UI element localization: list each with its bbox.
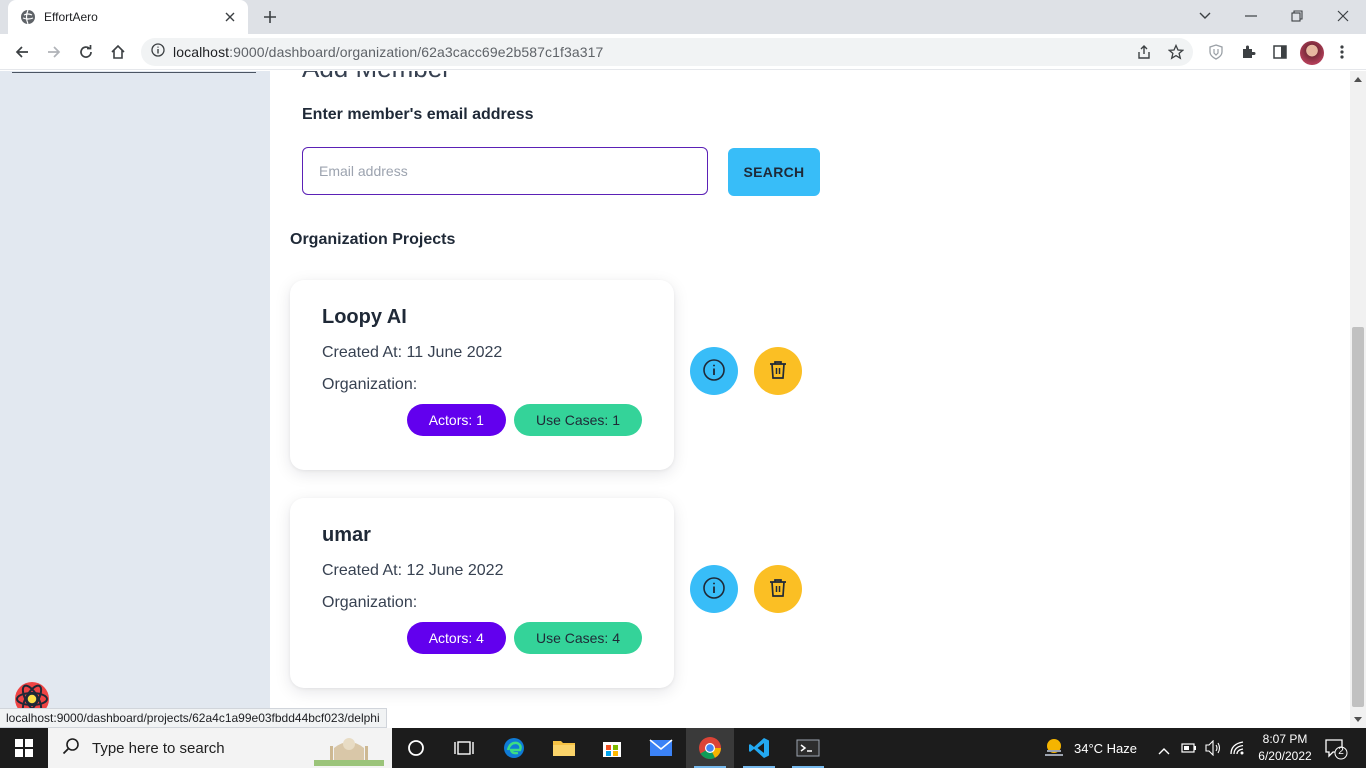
page-viewport: Add Member Enter member's email address … — [0, 71, 1350, 728]
wifi-icon[interactable] — [1229, 740, 1247, 761]
projects-section-title: Organization Projects — [290, 231, 456, 248]
chrome-taskbar-icon[interactable] — [686, 728, 734, 768]
close-tab-icon[interactable] — [222, 9, 238, 25]
address-url: localhost:9000/dashboard/organization/62… — [173, 44, 603, 60]
search-button[interactable]: SEARCH — [728, 148, 820, 196]
browser-tabstrip: EffortAero — [0, 0, 1366, 34]
page-scrollbar[interactable] — [1350, 71, 1366, 728]
trash-icon — [767, 577, 789, 602]
weather-icon[interactable] — [1042, 737, 1066, 764]
home-icon[interactable] — [106, 40, 130, 64]
task-view-cortana-icon[interactable] — [392, 728, 440, 768]
browser-toolbar: localhost:9000/dashboard/organization/62… — [0, 34, 1366, 70]
forward-arrow-icon[interactable] — [42, 40, 66, 64]
mail-icon[interactable] — [637, 728, 685, 768]
project-created-date: Created At: 11 June 2022 — [322, 344, 503, 361]
reload-icon[interactable] — [74, 40, 98, 64]
clock-date: 6/20/2022 — [1258, 749, 1312, 763]
project-card[interactable]: umar Created At: 12 June 2022 Organizati… — [290, 498, 674, 688]
project-card[interactable]: Loopy AI Created At: 11 June 2022 Organi… — [290, 280, 674, 470]
project-delete-button[interactable] — [754, 347, 802, 395]
url-host: localhost — [173, 44, 230, 60]
info-icon — [702, 576, 726, 603]
project-organization: Organization: — [322, 376, 418, 393]
weather-text[interactable]: 34°C Haze — [1074, 741, 1137, 756]
edge-browser-icon[interactable] — [490, 728, 538, 768]
search-highlight-art-icon — [314, 730, 384, 766]
notification-center-icon[interactable]: 2 — [1324, 738, 1348, 760]
side-panel-icon[interactable] — [1268, 40, 1292, 64]
clock-time: 8:07 PM — [1262, 732, 1308, 746]
project-organization: Organization: — [322, 594, 418, 611]
task-view-icon[interactable] — [440, 728, 488, 768]
tray-chevron-up-icon[interactable] — [1158, 742, 1170, 760]
use-cases-badge: Use Cases: 1 — [513, 404, 642, 436]
taskbar-search-placeholder: Type here to search — [92, 739, 225, 757]
project-badges: Actors: 1 Use Cases: 1 — [406, 404, 642, 436]
add-member-heading: Add Member — [302, 71, 451, 84]
sidebar — [0, 71, 270, 728]
scroll-down-arrow-icon[interactable] — [1354, 717, 1362, 722]
restore-icon[interactable] — [1274, 0, 1320, 32]
new-tab-icon[interactable] — [258, 6, 282, 28]
notification-count: 2 — [1338, 746, 1344, 757]
scroll-up-arrow-icon[interactable] — [1354, 77, 1362, 82]
browser-tab[interactable]: EffortAero — [8, 0, 248, 34]
globe-favicon-icon — [20, 9, 36, 25]
main-content: Add Member Enter member's email address … — [270, 71, 1350, 728]
minimize-icon[interactable] — [1228, 0, 1274, 32]
volume-icon[interactable] — [1204, 739, 1222, 761]
project-delete-button[interactable] — [754, 565, 802, 613]
use-cases-badge: Use Cases: 4 — [513, 622, 642, 654]
vscode-icon[interactable] — [735, 728, 783, 768]
tab-title: EffortAero — [44, 10, 98, 24]
address-bar[interactable]: localhost:9000/dashboard/organization/62… — [141, 38, 1193, 66]
scrollbar-thumb[interactable] — [1352, 327, 1364, 707]
back-arrow-icon[interactable] — [10, 40, 34, 64]
windows-taskbar: Type here to search 34°C Haze 8:07 PM 6/… — [0, 728, 1366, 768]
trash-icon — [767, 359, 789, 384]
battery-icon[interactable] — [1181, 741, 1197, 759]
extension-shield-icon[interactable] — [1204, 40, 1228, 64]
terminal-icon[interactable] — [784, 728, 832, 768]
windows-start-icon[interactable] — [0, 728, 48, 768]
bookmark-star-icon[interactable] — [1164, 40, 1188, 64]
project-created-date: Created At: 12 June 2022 — [322, 562, 504, 579]
extensions-puzzle-icon[interactable] — [1236, 40, 1260, 64]
project-info-button[interactable] — [690, 347, 738, 395]
status-hover-url: localhost:9000/dashboard/projects/62a4c1… — [0, 708, 387, 728]
info-icon — [702, 358, 726, 385]
taskbar-search-box[interactable]: Type here to search — [48, 728, 392, 768]
project-info-button[interactable] — [690, 565, 738, 613]
site-info-icon[interactable] — [151, 42, 165, 62]
sidebar-divider — [12, 71, 256, 73]
project-name: umar — [322, 524, 371, 546]
share-icon[interactable] — [1132, 40, 1156, 64]
tab-search-chevron-icon[interactable] — [1182, 0, 1228, 32]
close-window-icon[interactable] — [1320, 0, 1366, 32]
taskbar-clock[interactable]: 8:07 PM 6/20/2022 — [1250, 731, 1320, 765]
actors-badge: Actors: 1 — [406, 404, 506, 436]
file-explorer-icon[interactable] — [540, 728, 588, 768]
url-path: :9000/dashboard/organization/62a3cacc69e… — [229, 44, 604, 60]
microsoft-store-icon[interactable] — [588, 728, 636, 768]
project-name: Loopy AI — [322, 306, 407, 328]
actors-badge: Actors: 4 — [406, 622, 506, 654]
profile-avatar[interactable] — [1300, 41, 1324, 65]
browser-menu-icon[interactable] — [1330, 40, 1354, 64]
search-icon — [62, 737, 80, 760]
email-field-label: Enter member's email address — [302, 106, 534, 123]
email-field[interactable] — [302, 147, 708, 195]
project-badges: Actors: 4 Use Cases: 4 — [406, 622, 642, 654]
